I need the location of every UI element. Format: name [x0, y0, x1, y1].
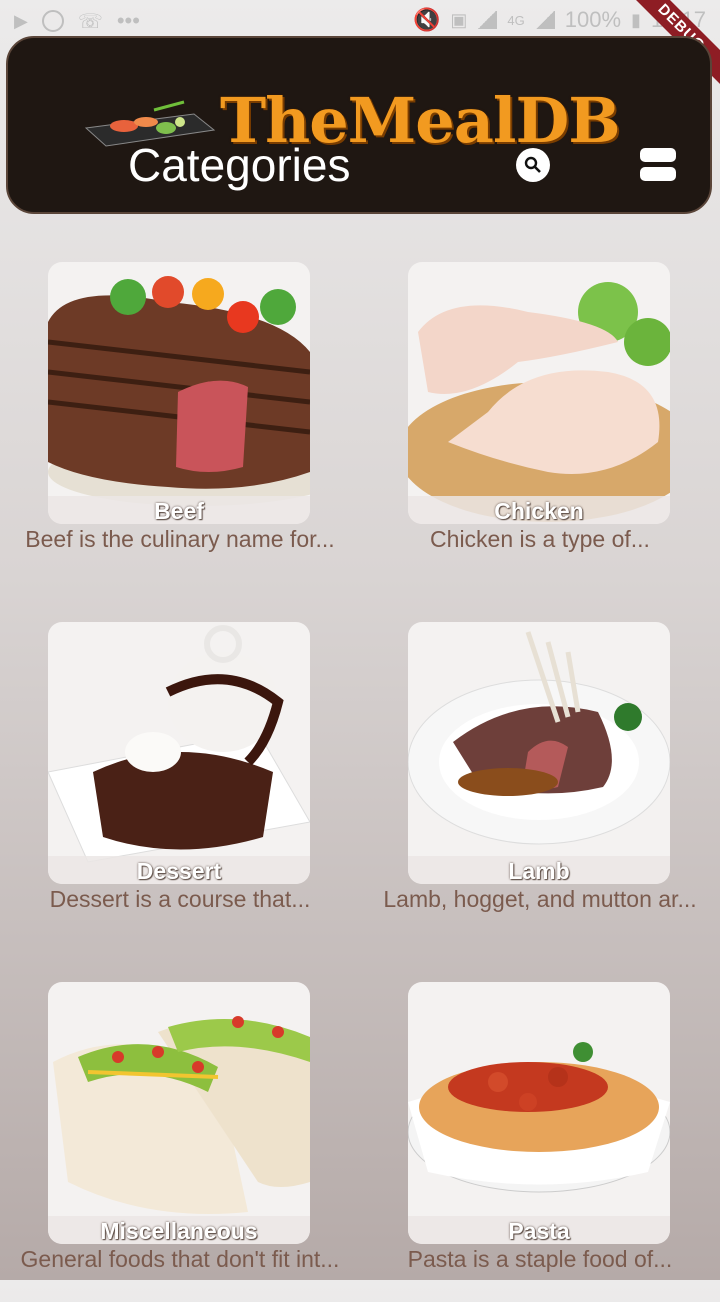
sim-icon: ▣ — [450, 9, 468, 30]
category-name: Beef — [154, 498, 204, 524]
search-icon — [524, 156, 541, 173]
app-bar: TheMealDB Categories — [6, 36, 712, 214]
menu-bar-icon — [640, 167, 676, 181]
signal-icon — [477, 11, 498, 29]
play-icon: ▶ — [14, 10, 28, 31]
whatsapp-icon — [41, 10, 64, 32]
lamb-image — [408, 622, 670, 884]
category-name: Pasta — [508, 1218, 570, 1244]
mute-icon: 🔇 — [412, 7, 441, 32]
category-card-chicken[interactable]: Chicken Chicken is a type of... — [360, 262, 720, 582]
network-type: 4G — [507, 12, 525, 28]
category-card-miscellaneous[interactable]: Miscellaneous General foods that don't f… — [0, 982, 360, 1302]
call-icon: ☏ — [77, 10, 103, 33]
signal-icon-2 — [534, 11, 555, 29]
category-description: Lamb, hogget, and mutton ar... — [383, 886, 697, 912]
category-card-beef[interactable]: Beef Beef is the culinary name for... — [0, 262, 360, 582]
category-card-pasta[interactable]: Pasta Pasta is a staple food of... — [360, 982, 720, 1302]
search-button[interactable] — [516, 148, 550, 182]
miscellaneous-image — [48, 982, 310, 1244]
page-title: Categories — [128, 139, 351, 191]
category-description: Beef is the culinary name for... — [25, 526, 335, 552]
pasta-image — [408, 982, 670, 1244]
menu-button[interactable] — [640, 148, 676, 182]
category-name: Chicken — [494, 498, 584, 524]
dessert-image — [48, 622, 310, 884]
status-bar: ▶ ☏ ••• 🔇 ▣ 4G 100% ▮ 12:17 — [0, 0, 720, 40]
menu-bar-icon — [640, 148, 676, 162]
category-description: Pasta is a staple food of... — [407, 1246, 673, 1272]
category-description: Chicken is a type of... — [430, 526, 650, 552]
category-name: Lamb — [508, 858, 570, 884]
category-description: General foods that don't fit int... — [20, 1246, 340, 1272]
chicken-image — [408, 262, 670, 524]
category-name: Dessert — [136, 858, 222, 884]
category-name: Miscellaneous — [100, 1218, 258, 1244]
beef-image — [48, 262, 310, 524]
battery-percent: 100% — [564, 7, 622, 32]
category-card-dessert[interactable]: Dessert Dessert is a course that... — [0, 622, 360, 942]
battery-icon: ▮ — [631, 9, 641, 30]
category-description: Dessert is a course that... — [49, 886, 311, 912]
category-card-lamb[interactable]: Lamb Lamb, hogget, and mutton ar... — [360, 622, 720, 942]
more-dots-icon: ••• — [116, 8, 140, 33]
